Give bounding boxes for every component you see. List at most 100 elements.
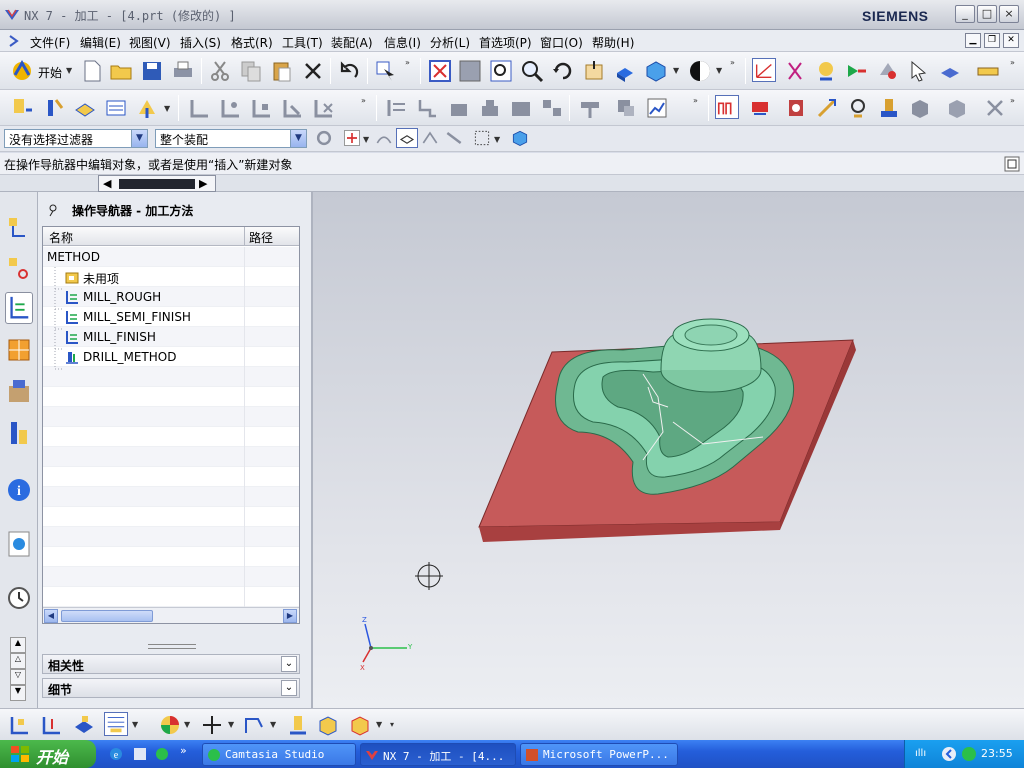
curve-rule-icon[interactable] xyxy=(374,128,394,148)
scroll-up-icon[interactable]: ▲ xyxy=(10,637,26,653)
undo-icon[interactable] xyxy=(337,59,361,83)
generate-icon[interactable] xyxy=(385,96,409,120)
menu-format[interactable]: 格式(R) xyxy=(231,34,273,51)
open-folder-icon[interactable] xyxy=(109,59,133,83)
close-button[interactable]: × xyxy=(999,5,1019,23)
wcs-dynamics-icon[interactable] xyxy=(783,59,807,83)
point-dropdown-icon[interactable]: ▼ xyxy=(228,720,234,729)
shaded-display-icon[interactable] xyxy=(613,59,637,83)
zoom-icon[interactable] xyxy=(520,59,544,83)
panel-dependencies[interactable]: 相关性 ⌄ xyxy=(42,654,300,674)
menu-tools[interactable]: 工具(T) xyxy=(282,34,323,51)
desktop-icon[interactable] xyxy=(154,746,170,762)
panel-details[interactable]: 细节 ⌄ xyxy=(42,678,300,698)
menu-window[interactable]: 窗口(O) xyxy=(540,34,583,51)
toolbar-overflow-icon[interactable]: ▾ xyxy=(390,720,394,729)
create-program-icon[interactable] xyxy=(10,96,34,120)
close-view-icon[interactable] xyxy=(312,96,336,120)
menu-insert[interactable]: 插入(S) xyxy=(180,34,221,51)
toolpath-list-icon[interactable] xyxy=(748,96,772,120)
point-icon[interactable] xyxy=(200,713,224,737)
quicklaunch-overflow-icon[interactable]: » xyxy=(180,744,187,757)
chevron-down-icon[interactable]: ▼ xyxy=(290,130,306,147)
create-geometry-icon[interactable] xyxy=(73,96,97,120)
operation-navigator-icon[interactable] xyxy=(5,292,33,324)
menu-help[interactable]: 帮助(H) xyxy=(592,34,634,51)
snap-dropdown-icon[interactable]: ▼ xyxy=(363,135,369,144)
task-camtasia[interactable]: Camtasia Studio xyxy=(202,743,356,766)
method-view-icon[interactable] xyxy=(281,96,305,120)
verify-path-icon[interactable] xyxy=(876,59,900,83)
panel-resize-grip[interactable] xyxy=(148,644,196,649)
scroll-thumb[interactable] xyxy=(119,179,195,189)
toolbar-overflow-icon[interactable]: » xyxy=(1010,96,1015,105)
delete-path-icon[interactable] xyxy=(983,96,1007,120)
rectangle-select-icon[interactable] xyxy=(472,128,492,148)
language-icon[interactable]: ıllı xyxy=(915,748,926,759)
column-path[interactable]: 路径 xyxy=(249,229,273,246)
mdi-close-button[interactable]: ✕ xyxy=(1003,33,1019,48)
rotate-icon[interactable] xyxy=(551,59,575,83)
minimize-button[interactable]: _ xyxy=(955,5,975,23)
shop-doc-icon[interactable] xyxy=(578,96,602,120)
create-tool-icon[interactable] xyxy=(42,96,66,120)
graphics-window[interactable]: Z Y X xyxy=(313,192,1024,708)
roles-icon[interactable] xyxy=(5,418,33,450)
create-method-icon[interactable] xyxy=(104,96,128,120)
mdi-minimize-button[interactable]: ▁ xyxy=(965,33,981,48)
menu-view[interactable]: 视图(V) xyxy=(129,34,171,51)
wcs-icon[interactable] xyxy=(752,58,776,82)
create-program-icon[interactable] xyxy=(8,713,32,737)
create-method-icon[interactable] xyxy=(104,712,128,736)
tessellated-icon[interactable] xyxy=(348,713,372,737)
tool-view-icon[interactable] xyxy=(219,96,243,120)
web-browser-icon[interactable] xyxy=(5,528,33,560)
tree-row-mill-rough[interactable]: MILL_ROUGH xyxy=(43,287,299,307)
post-process-icon[interactable] xyxy=(938,59,962,83)
info-icon[interactable]: i xyxy=(5,474,33,506)
solid-dropdown-icon[interactable]: ▼ xyxy=(376,720,382,729)
tree-row-mill-finish[interactable]: MILL_FINISH xyxy=(43,327,299,347)
machine-navigator-icon[interactable] xyxy=(5,334,33,366)
scroll-right-icon[interactable]: ▶ xyxy=(199,177,207,190)
generate-path-icon[interactable] xyxy=(845,59,869,83)
operation-dropdown-icon[interactable]: ▼ xyxy=(164,104,170,113)
orient-dropdown-icon[interactable]: ▼ xyxy=(716,66,722,75)
create-geometry-icon[interactable] xyxy=(72,713,96,737)
list-path-icon[interactable] xyxy=(447,96,471,120)
start-icon[interactable] xyxy=(10,59,34,83)
maximize-button[interactable]: □ xyxy=(977,5,997,23)
assembly-scope-combo[interactable]: 整个装配 ▼ xyxy=(155,129,307,148)
tray-arrow-icon[interactable] xyxy=(941,746,957,762)
program-view-icon[interactable] xyxy=(188,96,212,120)
tree-row-drill-method[interactable]: DRILL_METHOD xyxy=(43,347,299,367)
chevron-down-icon[interactable]: ▼ xyxy=(131,130,147,147)
save-icon[interactable] xyxy=(140,59,164,83)
measure-icon[interactable] xyxy=(976,59,1000,83)
post-icon[interactable] xyxy=(540,96,564,120)
chevron-down-icon[interactable]: ⌄ xyxy=(281,680,297,696)
select-edge-icon[interactable] xyxy=(444,128,464,148)
toolpath-display-icon[interactable] xyxy=(715,95,739,119)
chevron-down-icon[interactable]: ⌄ xyxy=(281,656,297,672)
selection-filter-combo[interactable]: 没有选择过滤器 ▼ xyxy=(4,129,148,148)
toolbar-overflow-icon[interactable]: » xyxy=(693,96,698,105)
cue-settings-icon[interactable] xyxy=(1004,156,1020,172)
manufacturing-icon[interactable] xyxy=(814,59,838,83)
media-icon[interactable] xyxy=(132,746,148,762)
column-name[interactable]: 名称 xyxy=(49,229,73,246)
tree-row-unused[interactable]: 未用项 xyxy=(43,267,299,287)
toolbar-overflow-icon[interactable]: » xyxy=(730,58,735,67)
print-icon[interactable] xyxy=(171,59,195,83)
reuse-library-icon[interactable] xyxy=(5,376,33,408)
filter-settings-icon[interactable] xyxy=(314,128,334,148)
cut-icon[interactable] xyxy=(208,59,232,83)
start-dropdown-icon[interactable]: ▼ xyxy=(66,66,72,75)
scroll-left-icon[interactable]: ◀ xyxy=(103,177,111,190)
create-operation-icon[interactable] xyxy=(135,96,159,120)
scroll-down-small-icon[interactable]: ▽ xyxy=(10,669,26,685)
nav-scroll-control[interactable]: ◀ ▶ xyxy=(98,175,216,192)
fit-view-icon[interactable] xyxy=(428,59,452,83)
box-icon[interactable] xyxy=(945,96,969,120)
geometry-view-icon[interactable] xyxy=(250,96,274,120)
